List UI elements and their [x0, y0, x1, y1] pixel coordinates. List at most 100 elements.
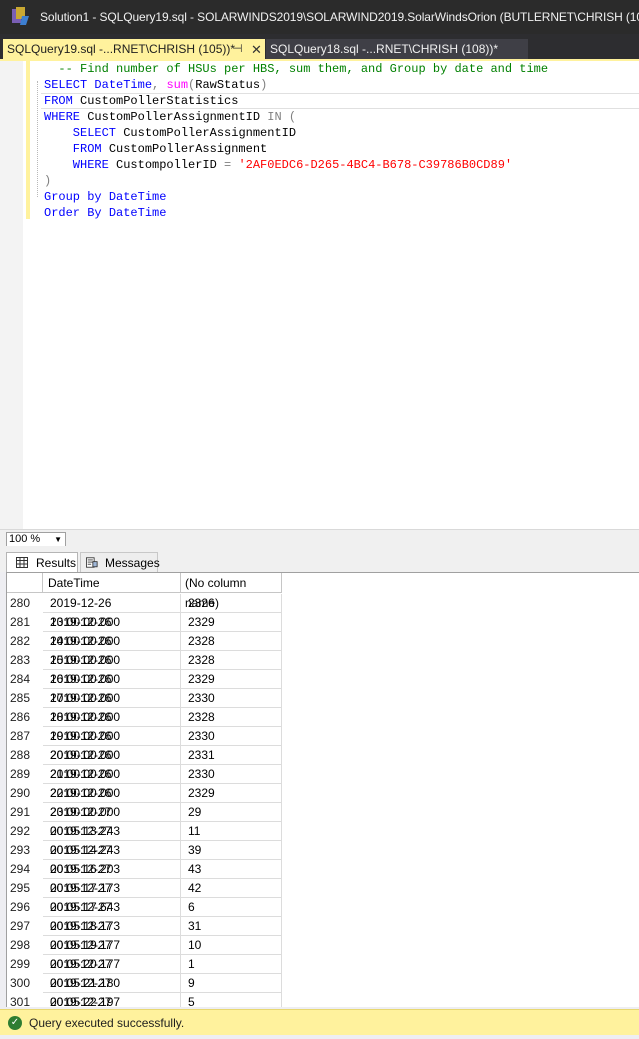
cell-datetime[interactable]: 2019-12-27 00:05:14.243 [43, 822, 181, 857]
cell-datetime[interactable]: 2019-12-26 19:00:00.000 [43, 708, 181, 743]
row-number[interactable]: 301 [7, 993, 43, 1007]
row-number[interactable]: 289 [7, 765, 43, 784]
tab-messages[interactable]: Messages [80, 552, 160, 573]
cell-datetime[interactable]: 2019-12-26 21:00:00.000 [43, 746, 181, 781]
code-line[interactable]: FROM CustomPollerStatistics [44, 93, 548, 109]
cell-datetime[interactable]: 2019-12-26 17:00:00.000 [43, 670, 181, 705]
code-line[interactable]: Order By DateTime [44, 205, 548, 221]
table-row[interactable]: 285 2019-12-26 18:00:00.000 2330 [7, 689, 282, 724]
table-row[interactable]: 300 2019-12-27 00:05:22.197 9 [7, 974, 282, 1007]
table-row[interactable]: 291 2019-12-27 00:05:13.243 29 [7, 803, 282, 838]
cell-value[interactable]: 42 [181, 879, 282, 898]
cell-datetime[interactable]: 2019-12-26 18:00:00.000 [43, 689, 181, 724]
row-number[interactable]: 292 [7, 822, 43, 841]
row-number[interactable]: 294 [7, 860, 43, 879]
row-number[interactable]: 291 [7, 803, 43, 822]
tab-results[interactable]: Results [6, 552, 78, 573]
tab-sqlquery19[interactable]: SQLQuery19.sql -...RNET\CHRISH (105))* ⊣… [3, 39, 265, 60]
row-number[interactable]: 293 [7, 841, 43, 860]
code-line[interactable]: Group by DateTime [44, 189, 548, 205]
code-line[interactable]: -- Find number of HSUs per HBS, sum them… [44, 61, 548, 77]
cell-datetime[interactable]: 2019-12-26 20:00:00.000 [43, 727, 181, 762]
code-line[interactable]: SELECT DateTime, sum(RawStatus) [44, 77, 548, 93]
cell-value[interactable]: 2326 [181, 594, 282, 613]
cell-datetime[interactable]: 2019-12-27 00:05:13.243 [43, 803, 181, 838]
code-line[interactable]: WHERE CustomPollerAssignmentID IN ( [44, 109, 548, 125]
code-line[interactable]: FROM CustomPollerAssignment [44, 141, 548, 157]
cell-datetime[interactable]: 2019-12-27 00:05:18.173 [43, 898, 181, 933]
row-number-header[interactable] [7, 573, 43, 593]
pin-icon[interactable]: ⊣ [233, 39, 243, 60]
table-row[interactable]: 299 2019-12-27 00:05:21.180 1 [7, 955, 282, 990]
table-row[interactable]: 290 2019-12-26 23:00:00.000 2329 [7, 784, 282, 819]
cell-datetime[interactable]: 2019-12-26 16:00:00.000 [43, 651, 181, 686]
table-row[interactable]: 292 2019-12-27 00:05:14.243 11 [7, 822, 282, 857]
cell-datetime[interactable]: 2019-12-27 00:05:24.217 [43, 993, 181, 1007]
zoom-dropdown[interactable]: 100 % ▼ [6, 532, 66, 547]
row-number[interactable]: 297 [7, 917, 43, 936]
code-line[interactable]: ) [44, 173, 548, 189]
cell-datetime[interactable]: 2019-12-27 00:05:20.177 [43, 936, 181, 971]
table-row[interactable]: 293 2019-12-27 00:05:16.203 39 [7, 841, 282, 876]
cell-value[interactable]: 2330 [181, 765, 282, 784]
row-number[interactable]: 299 [7, 955, 43, 974]
cell-value[interactable]: 2328 [181, 651, 282, 670]
cell-value[interactable]: 11 [181, 822, 282, 841]
row-number[interactable]: 290 [7, 784, 43, 803]
table-row[interactable]: 281 2019-12-26 14:00:00.000 2329 [7, 613, 282, 648]
cell-value[interactable]: 2330 [181, 689, 282, 708]
column-header-datetime[interactable]: DateTime [43, 573, 181, 593]
cell-datetime[interactable]: 2019-12-27 00:05:22.197 [43, 974, 181, 1007]
table-row[interactable]: 294 2019-12-27 00:05:17.173 43 [7, 860, 282, 895]
cell-datetime[interactable]: 2019-12-26 13:00:00.000 [43, 594, 181, 629]
row-number[interactable]: 281 [7, 613, 43, 632]
code-line[interactable]: SELECT CustomPollerAssignmentID [44, 125, 548, 141]
row-number[interactable]: 296 [7, 898, 43, 917]
row-number[interactable]: 288 [7, 746, 43, 765]
cell-value[interactable]: 2331 [181, 746, 282, 765]
table-row[interactable]: 283 2019-12-26 16:00:00.000 2328 [7, 651, 282, 686]
row-number[interactable]: 295 [7, 879, 43, 898]
row-number[interactable]: 284 [7, 670, 43, 689]
cell-datetime[interactable]: 2019-12-26 14:00:00.000 [43, 613, 181, 648]
table-row[interactable]: 286 2019-12-26 19:00:00.000 2328 [7, 708, 282, 743]
cell-value[interactable]: 2328 [181, 632, 282, 651]
row-number[interactable]: 282 [7, 632, 43, 651]
table-row[interactable]: 287 2019-12-26 20:00:00.000 2330 [7, 727, 282, 762]
table-row[interactable]: 298 2019-12-27 00:05:20.177 10 [7, 936, 282, 971]
table-row[interactable]: 296 2019-12-27 00:05:18.173 6 [7, 898, 282, 933]
row-number[interactable]: 283 [7, 651, 43, 670]
cell-value[interactable]: 1 [181, 955, 282, 974]
results-grid[interactable]: DateTime (No column name) 280 2019-12-26 … [6, 572, 639, 1007]
table-row[interactable]: 295 2019-12-27 00:05:17.643 42 [7, 879, 282, 914]
table-row[interactable]: 280 2019-12-26 13:00:00.000 2326 [7, 594, 282, 629]
table-row[interactable]: 288 2019-12-26 21:00:00.000 2331 [7, 746, 282, 781]
cell-value[interactable]: 29 [181, 803, 282, 822]
sql-code[interactable]: -- Find number of HSUs per HBS, sum them… [44, 61, 548, 221]
cell-datetime[interactable]: 2019-12-26 23:00:00.000 [43, 784, 181, 819]
table-row[interactable]: 289 2019-12-26 22:00:00.000 2330 [7, 765, 282, 800]
cell-datetime[interactable]: 2019-12-26 15:00:00.000 [43, 632, 181, 667]
cell-datetime[interactable]: 2019-12-27 00:05:16.203 [43, 841, 181, 876]
cell-value[interactable]: 9 [181, 974, 282, 993]
code-line[interactable]: WHERE CustompollerID = '2AF0EDC6-D265-4B… [44, 157, 548, 173]
row-number[interactable]: 300 [7, 974, 43, 993]
cell-value[interactable]: 39 [181, 841, 282, 860]
row-number[interactable]: 286 [7, 708, 43, 727]
row-number[interactable]: 285 [7, 689, 43, 708]
row-number[interactable]: 287 [7, 727, 43, 746]
table-row[interactable]: 284 2019-12-26 17:00:00.000 2329 [7, 670, 282, 705]
cell-datetime[interactable]: 2019-12-27 00:05:21.180 [43, 955, 181, 990]
cell-datetime[interactable]: 2019-12-27 00:05:17.643 [43, 879, 181, 914]
cell-value[interactable]: 2328 [181, 708, 282, 727]
row-number[interactable]: 298 [7, 936, 43, 955]
cell-value[interactable]: 10 [181, 936, 282, 955]
cell-datetime[interactable]: 2019-12-26 22:00:00.000 [43, 765, 181, 800]
cell-value[interactable]: 31 [181, 917, 282, 936]
close-icon[interactable]: ✕ [251, 39, 262, 60]
cell-value[interactable]: 2329 [181, 670, 282, 689]
cell-value[interactable]: 2329 [181, 613, 282, 632]
cell-datetime[interactable]: 2019-12-27 00:05:17.173 [43, 860, 181, 895]
cell-value[interactable]: 2329 [181, 784, 282, 803]
table-row[interactable]: 297 2019-12-27 00:05:19.177 31 [7, 917, 282, 952]
